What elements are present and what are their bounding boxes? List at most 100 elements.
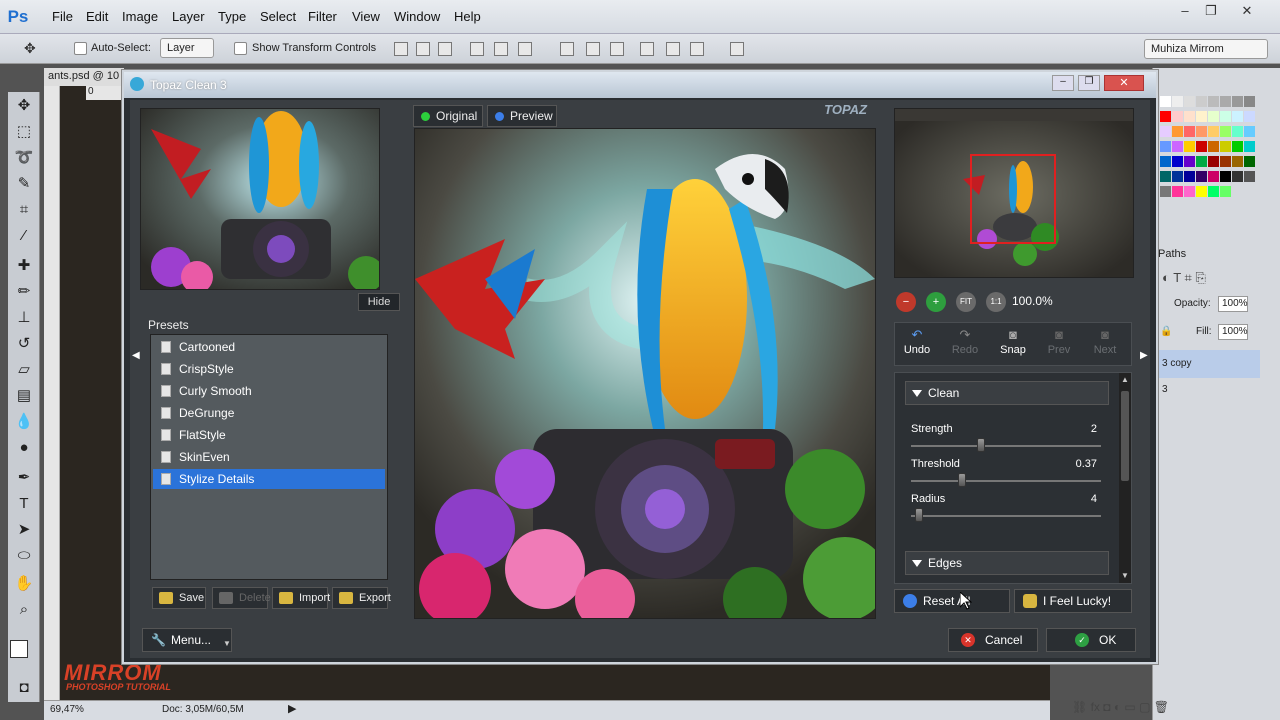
scroll-down-icon[interactable]: ▼	[1121, 571, 1129, 580]
hand-icon[interactable]: ✋	[14, 574, 34, 594]
color-swatch[interactable]	[1196, 96, 1207, 107]
type-icon[interactable]: T	[14, 494, 34, 514]
auto-select-checkbox[interactable]	[74, 42, 87, 55]
dodge-icon[interactable]: ●	[14, 438, 34, 458]
menu-layer[interactable]: Layer	[172, 9, 205, 24]
delete-preset-button[interactable]: Delete	[212, 587, 271, 609]
crop-icon[interactable]: ⌗	[14, 200, 34, 220]
preset-item[interactable]: DeGrunge	[153, 403, 385, 423]
quick-select-icon[interactable]: ✎	[14, 174, 34, 194]
zoom-actual-button[interactable]: 1:1	[986, 292, 1006, 312]
zoom-icon[interactable]: ⌕	[14, 600, 34, 620]
brush-icon[interactable]: ✏	[14, 282, 34, 302]
export-preset-button[interactable]: Export	[332, 587, 391, 609]
color-swatch[interactable]	[1160, 126, 1171, 137]
color-swatch[interactable]	[1232, 171, 1243, 182]
strength-slider[interactable]	[976, 438, 985, 452]
menu-view[interactable]: View	[352, 9, 380, 24]
color-swatch[interactable]	[1196, 126, 1207, 137]
menu-file[interactable]: File	[52, 9, 73, 24]
gradient-icon[interactable]: ▤	[14, 386, 34, 406]
color-swatch[interactable]	[1220, 111, 1231, 122]
color-swatch[interactable]	[1208, 156, 1219, 167]
reset-all-button[interactable]: Reset All	[894, 589, 1010, 613]
undo-button[interactable]: ↶ Undo	[897, 328, 937, 356]
color-swatch[interactable]	[1172, 111, 1183, 122]
color-swatch[interactable]	[1172, 186, 1183, 197]
menu-select[interactable]: Select	[260, 9, 296, 24]
color-swatch[interactable]	[1196, 111, 1207, 122]
navigator-image[interactable]	[894, 108, 1134, 278]
color-swatch[interactable]	[1220, 96, 1231, 107]
close-button[interactable]: ✕	[1234, 2, 1260, 20]
radius-slider[interactable]	[914, 508, 923, 522]
snap-button[interactable]: ◙ Snap	[993, 328, 1033, 356]
distribute-bottom-icon[interactable]	[610, 42, 624, 56]
color-swatch[interactable]	[1184, 156, 1195, 167]
color-swatch[interactable]	[1208, 186, 1219, 197]
minimize-button[interactable]: –	[1172, 2, 1198, 20]
auto-select-dropdown[interactable]: Layer	[160, 38, 214, 58]
color-swatch[interactable]	[1220, 141, 1231, 152]
color-swatch[interactable]	[1208, 111, 1219, 122]
menu-type[interactable]: Type	[218, 9, 246, 24]
color-swatch[interactable]	[1220, 156, 1231, 167]
blur-icon[interactable]: 💧	[14, 412, 34, 432]
distribute-top-icon[interactable]	[560, 42, 574, 56]
color-swatch[interactable]	[1208, 141, 1219, 152]
hide-thumbnail-button[interactable]: Hide	[358, 293, 400, 311]
color-swatch[interactable]	[1232, 156, 1243, 167]
color-swatch[interactable]	[1220, 171, 1231, 182]
color-swatch[interactable]	[1244, 171, 1255, 182]
history-brush-icon[interactable]: ↺	[14, 334, 34, 354]
align-bottom-icon[interactable]	[438, 42, 452, 56]
eraser-icon[interactable]: ▱	[14, 360, 34, 380]
color-swatch[interactable]	[1196, 186, 1207, 197]
auto-align-icon[interactable]	[730, 42, 744, 56]
color-swatch[interactable]	[1208, 171, 1219, 182]
scrollbar-thumb[interactable]	[1121, 391, 1129, 481]
color-swatch[interactable]	[1208, 96, 1219, 107]
layer-row[interactable]: 3	[1158, 384, 1168, 395]
color-swatch[interactable]	[1244, 96, 1255, 107]
preset-item[interactable]: Curly Smooth	[153, 381, 385, 401]
preset-item[interactable]: Cartooned	[153, 337, 385, 357]
lasso-icon[interactable]: ➰	[14, 148, 34, 168]
workspace-dropdown[interactable]: Muhiza Mirrom	[1144, 39, 1268, 59]
fill-field[interactable]: 100%	[1218, 324, 1248, 340]
dialog-minimize-button[interactable]: –	[1052, 75, 1074, 91]
align-right-icon[interactable]	[518, 42, 532, 56]
align-top-icon[interactable]	[394, 42, 408, 56]
eyedropper-icon[interactable]: ⁄	[14, 226, 34, 246]
color-swatch[interactable]	[1184, 171, 1195, 182]
layers-footer-icons[interactable]: ⛓ fx ◘ ◐ ▭ ▢ 🗑	[1072, 700, 1169, 714]
quick-mask-icon[interactable]: ◘	[14, 678, 34, 698]
color-swatch[interactable]	[1244, 111, 1255, 122]
dialog-close-button[interactable]: ✕	[1104, 75, 1144, 91]
tab-original[interactable]: Original	[413, 105, 483, 127]
preset-item-selected[interactable]: Stylize Details	[153, 469, 385, 489]
threshold-value[interactable]: 0.37	[1076, 458, 1097, 470]
section-edges[interactable]: Edges	[905, 551, 1109, 575]
color-swatch[interactable]	[1160, 186, 1171, 197]
color-swatch[interactable]	[1232, 96, 1243, 107]
zoom-level-status[interactable]: 69,47%	[50, 704, 84, 715]
maximize-button[interactable]: ❐	[1198, 2, 1224, 20]
zoom-in-button[interactable]: +	[926, 292, 946, 312]
prev-button[interactable]: ◙ Prev	[1039, 328, 1079, 356]
menu-help[interactable]: Help	[454, 9, 481, 24]
preset-item[interactable]: FlatStyle	[153, 425, 385, 445]
status-arrow-icon[interactable]: ▶	[288, 702, 296, 715]
next-button[interactable]: ◙ Next	[1085, 328, 1125, 356]
color-swatch[interactable]	[1196, 171, 1207, 182]
opacity-field[interactable]: 100%	[1218, 296, 1248, 312]
align-left-icon[interactable]	[470, 42, 484, 56]
color-swatch[interactable]	[1184, 111, 1195, 122]
move-icon[interactable]: ✥	[14, 96, 34, 116]
color-swatch[interactable]	[1172, 126, 1183, 137]
cancel-button[interactable]: ✕ Cancel	[948, 628, 1038, 652]
color-swatch[interactable]	[1184, 186, 1195, 197]
color-swatch[interactable]	[1184, 141, 1195, 152]
color-swatch[interactable]	[1244, 156, 1255, 167]
radius-value[interactable]: 4	[1091, 493, 1097, 505]
